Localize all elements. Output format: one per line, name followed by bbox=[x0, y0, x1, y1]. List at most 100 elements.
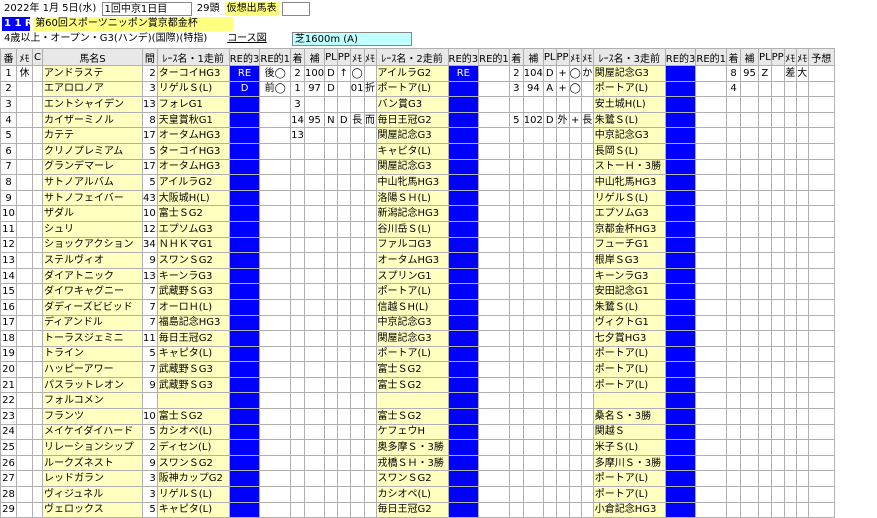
column-header[interactable]: 着 bbox=[290, 48, 306, 66]
table-row[interactable]: 3 エントシャイデン 13 フォレG1 3 バン賞G3 安土城H(L) bbox=[0, 96, 835, 113]
cell-prediction[interactable] bbox=[807, 127, 835, 144]
table-row[interactable]: 19 トライン 5 キャピタ(L) ポートア(L) ポートア(L) bbox=[0, 345, 835, 363]
cell-prediction[interactable] bbox=[807, 392, 835, 410]
column-header[interactable]: 着 bbox=[726, 48, 742, 66]
cell-prediction[interactable] bbox=[807, 220, 835, 238]
column-header[interactable]: PL bbox=[542, 48, 557, 66]
table-row[interactable]: 7 グランデマーレ 17 オータムHG3 関屋記念G3 ストーＨ・3勝 bbox=[0, 158, 835, 176]
cell-prediction[interactable] bbox=[807, 236, 835, 254]
cell-no: 5 bbox=[0, 127, 17, 144]
column-header[interactable]: ﾚｰｽ名・3走前 bbox=[592, 48, 666, 66]
table-row[interactable]: 15 ダイワキャグニー 7 武蔵野ＳG3 ポートア(L) 安田記念G1 bbox=[0, 283, 835, 300]
table-row[interactable]: 20 ハッピーアワー 7 武蔵野ＳG3 富士ＳG2 ポートア(L) bbox=[0, 361, 835, 378]
cell-prediction[interactable] bbox=[807, 314, 835, 332]
column-header[interactable]: ﾒﾓ bbox=[580, 48, 594, 66]
cell-prediction[interactable] bbox=[807, 470, 835, 488]
cell-prediction[interactable] bbox=[807, 330, 835, 347]
column-header[interactable]: 補 bbox=[740, 48, 760, 66]
table-row[interactable]: 11 シュリ 12 エプソムG3 谷川岳Ｓ(L) 京都金杯HG3 bbox=[0, 220, 835, 238]
column-header[interactable]: ﾒﾓ bbox=[795, 48, 809, 66]
cell-prediction[interactable] bbox=[807, 361, 835, 378]
cell-r3pl: Z bbox=[758, 65, 772, 82]
table-row[interactable]: 22 フォルコメン bbox=[0, 392, 835, 410]
cell-prediction[interactable] bbox=[807, 252, 835, 269]
cell-prediction[interactable] bbox=[807, 80, 835, 98]
table-row[interactable]: 23 フランツ 10 富士ＳG2 富士ＳG2 桑名Ｓ・3勝 bbox=[0, 408, 835, 425]
column-header[interactable]: RE的3 bbox=[664, 48, 697, 66]
table-row[interactable]: 4 カイザーミノル 8 天皇賞秋G1 14 95 N D 長而毎日王冠G2 5 102 D 外 + 長朱鷺Ｓ… bbox=[0, 111, 835, 129]
cell-prediction[interactable] bbox=[807, 345, 835, 363]
column-header[interactable]: ﾚｰｽ名・2走前 bbox=[375, 48, 449, 66]
table-row[interactable]: 10 ザダル 10 富士ＳG2 新潟記念HG3 エプソムG3 bbox=[0, 205, 835, 222]
column-header[interactable]: PP bbox=[336, 48, 351, 66]
table-row[interactable]: 2 エアロロノア 3 リゲルＳ(L) D 前◯ 1 97 D 01 折ポートア(L) 3 94 A + ◯ ポー… bbox=[0, 80, 835, 98]
cell-r3m bbox=[783, 408, 797, 425]
cell-prediction[interactable] bbox=[807, 158, 835, 176]
table-row[interactable]: 26 ルークズネスト 9 スワンＳG2 戎橋ＳＨ・3勝 多摩川Ｓ・3勝 bbox=[0, 454, 835, 472]
column-header[interactable]: 着 bbox=[508, 48, 524, 66]
column-header[interactable]: PL bbox=[758, 48, 772, 66]
table-row[interactable]: 28 ヴィジュネル 3 リゲルＳ(L) カシオペ(L) ポートア(L) bbox=[0, 486, 835, 503]
table-row[interactable]: 27 レッドガラン 3 阪神カップG2 スワンＳG2 ポートア(L) bbox=[0, 470, 835, 488]
column-header[interactable]: 間 bbox=[142, 48, 158, 66]
cell-prediction[interactable] bbox=[807, 408, 835, 425]
column-header[interactable]: ﾒﾓ bbox=[783, 48, 797, 66]
table-row[interactable]: 17 ディアンドル 7 福島記念HG3 中京記念G3 ヴィクトG1 bbox=[0, 314, 835, 332]
cell-prediction[interactable] bbox=[807, 298, 835, 316]
cell-prediction[interactable] bbox=[807, 205, 835, 222]
cell-prediction[interactable] bbox=[807, 486, 835, 503]
cell-r2pp bbox=[555, 127, 570, 144]
table-row[interactable]: 9 サトノフェイバー 43 大阪城H(L) 洛陽ＳＨ(L) リゲルＳ(L) bbox=[0, 189, 835, 207]
table-row[interactable]: 8 サトノアルバム 5 アイルラG2 中山牝馬HG3 中山牝馬HG3 bbox=[0, 174, 835, 191]
column-header[interactable]: 番 bbox=[0, 48, 17, 66]
column-header[interactable]: RE的1 bbox=[695, 48, 728, 66]
cell-prediction[interactable] bbox=[807, 65, 835, 82]
cell-prediction[interactable] bbox=[807, 267, 835, 285]
column-header[interactable]: ﾒﾓ bbox=[349, 48, 365, 66]
cell-prediction[interactable] bbox=[807, 283, 835, 300]
table-row[interactable]: 24 メイケイダイハード 5 カシオペ(L) ケフェウH 関越Ｓ bbox=[0, 423, 835, 441]
table-row[interactable]: 14 ダイアトニック 13 キーンラG3 スプリンG1 キーンラG3 bbox=[0, 267, 835, 285]
cell-r1b bbox=[259, 252, 292, 269]
column-header[interactable]: 馬名S bbox=[42, 48, 143, 66]
cell-r1pp bbox=[336, 283, 351, 300]
cell-prediction[interactable] bbox=[807, 501, 835, 518]
table-row[interactable]: 25 リレーションシップ 2 ディセン(L) 奥多摩Ｓ・3勝 米子Ｓ(L) bbox=[0, 439, 835, 456]
column-header[interactable]: 補 bbox=[522, 48, 544, 66]
table-row[interactable]: 18 トーラスジェミニ 11 毎日王冠G2 関屋記念G3 七夕賞HG3 bbox=[0, 330, 835, 347]
cell-prediction[interactable] bbox=[807, 174, 835, 191]
cell-prediction[interactable] bbox=[807, 111, 835, 129]
table-row[interactable]: 16 ダディーズビビッド 7 オーロＨ(L) 信越ＳH(L) 朱鷺Ｓ(L) bbox=[0, 298, 835, 316]
column-header[interactable]: ﾒﾓ bbox=[363, 48, 377, 66]
column-header[interactable]: PP bbox=[770, 48, 785, 66]
column-header[interactable]: PL bbox=[324, 48, 338, 66]
cell-prediction[interactable] bbox=[807, 439, 835, 456]
table-row[interactable]: 6 クリノプレミアム 5 ターコイHG3 キャピタ(L) 長岡Ｓ(L) bbox=[0, 142, 835, 160]
course-map-link[interactable]: コース図 bbox=[225, 32, 269, 46]
column-header[interactable]: ﾒﾓ bbox=[16, 48, 33, 66]
status-empty-field[interactable] bbox=[281, 2, 310, 16]
column-header[interactable]: 補 bbox=[304, 48, 326, 66]
column-header[interactable]: ﾒﾓ bbox=[568, 48, 582, 66]
cell-r2pp bbox=[555, 298, 570, 316]
column-header[interactable]: RE的1 bbox=[478, 48, 510, 66]
cell-prediction[interactable] bbox=[807, 189, 835, 207]
table-row[interactable]: 13 ステルヴィオ 9 スワンＳG2 オータムHG3 根岸ＳG3 bbox=[0, 252, 835, 269]
column-header[interactable]: ﾚｰｽ名・1走前 bbox=[156, 48, 230, 66]
column-header[interactable]: RE的3 bbox=[228, 48, 261, 66]
column-header[interactable]: RE的1 bbox=[259, 48, 292, 66]
cell-prediction[interactable] bbox=[807, 96, 835, 113]
column-header[interactable]: RE的3 bbox=[447, 48, 480, 66]
table-row[interactable]: 5 カテテ 17 オータムHG3 13 関屋記念G3 中京記念G3 bbox=[0, 127, 835, 144]
cell-prediction[interactable] bbox=[807, 423, 835, 441]
table-row[interactable]: 29 ヴェロックス 5 キャピタ(L) 毎日王冠G2 小倉記念HG3 bbox=[0, 501, 835, 518]
cell-prediction[interactable] bbox=[807, 376, 835, 394]
cell-prediction[interactable] bbox=[807, 142, 835, 160]
column-header[interactable]: C bbox=[32, 48, 43, 66]
table-row[interactable]: 21 パスラットレオン 9 武蔵野ＳG3 富士ＳG2 ポートア(L) bbox=[0, 376, 835, 394]
column-header[interactable]: 予想 bbox=[807, 48, 835, 66]
cell-prediction[interactable] bbox=[807, 454, 835, 472]
column-header[interactable]: PP bbox=[555, 48, 570, 66]
table-row[interactable]: 12 ショックアクション 34 ＮＨＫマG1 ファルコG3 フューチG1 bbox=[0, 236, 835, 254]
table-row[interactable]: 1 休アンドラステ 2 ターコイHG3 RE 後◯ 2 100 D ↑ ◯ アイルラG2 RE 2 104 D… bbox=[0, 65, 835, 82]
